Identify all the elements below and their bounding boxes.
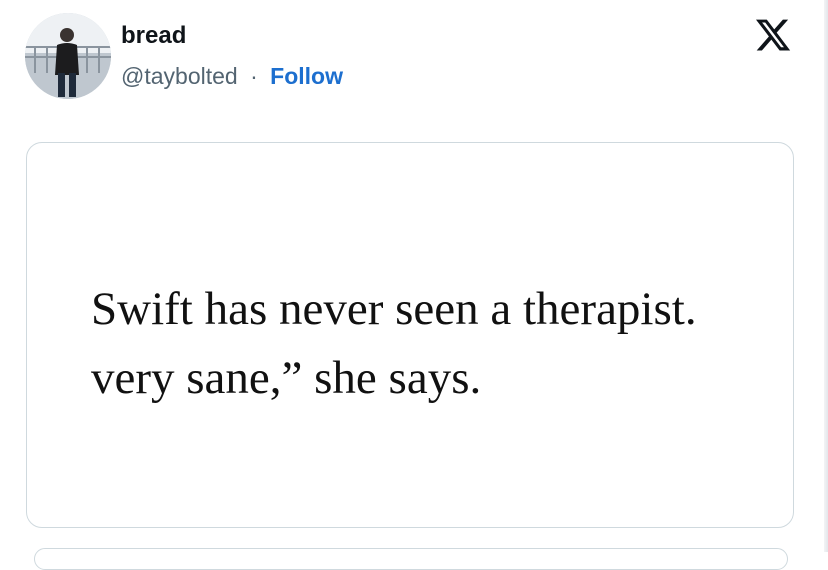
author-avatar[interactable] <box>25 13 111 99</box>
author-handle-row: @taybolted · Follow <box>121 60 343 92</box>
page-edge <box>824 0 828 552</box>
tweet-embed: bread @taybolted · Follow Swift has neve… <box>0 0 828 570</box>
next-embed-card <box>34 548 788 570</box>
separator-dot: · <box>250 63 258 89</box>
media-text-line-1: Swift has never seen a therapist. <box>91 283 697 335</box>
tweet-media-image[interactable]: Swift has never seen a therapist. very s… <box>26 142 794 528</box>
media-text-line-2: very sane,” she says. <box>91 352 482 404</box>
follow-button[interactable]: Follow <box>270 63 343 89</box>
author-display-name[interactable]: bread <box>121 20 186 52</box>
x-logo-icon[interactable] <box>753 16 793 54</box>
avatar-photo-icon <box>25 13 111 99</box>
author-handle[interactable]: @taybolted <box>121 63 238 89</box>
